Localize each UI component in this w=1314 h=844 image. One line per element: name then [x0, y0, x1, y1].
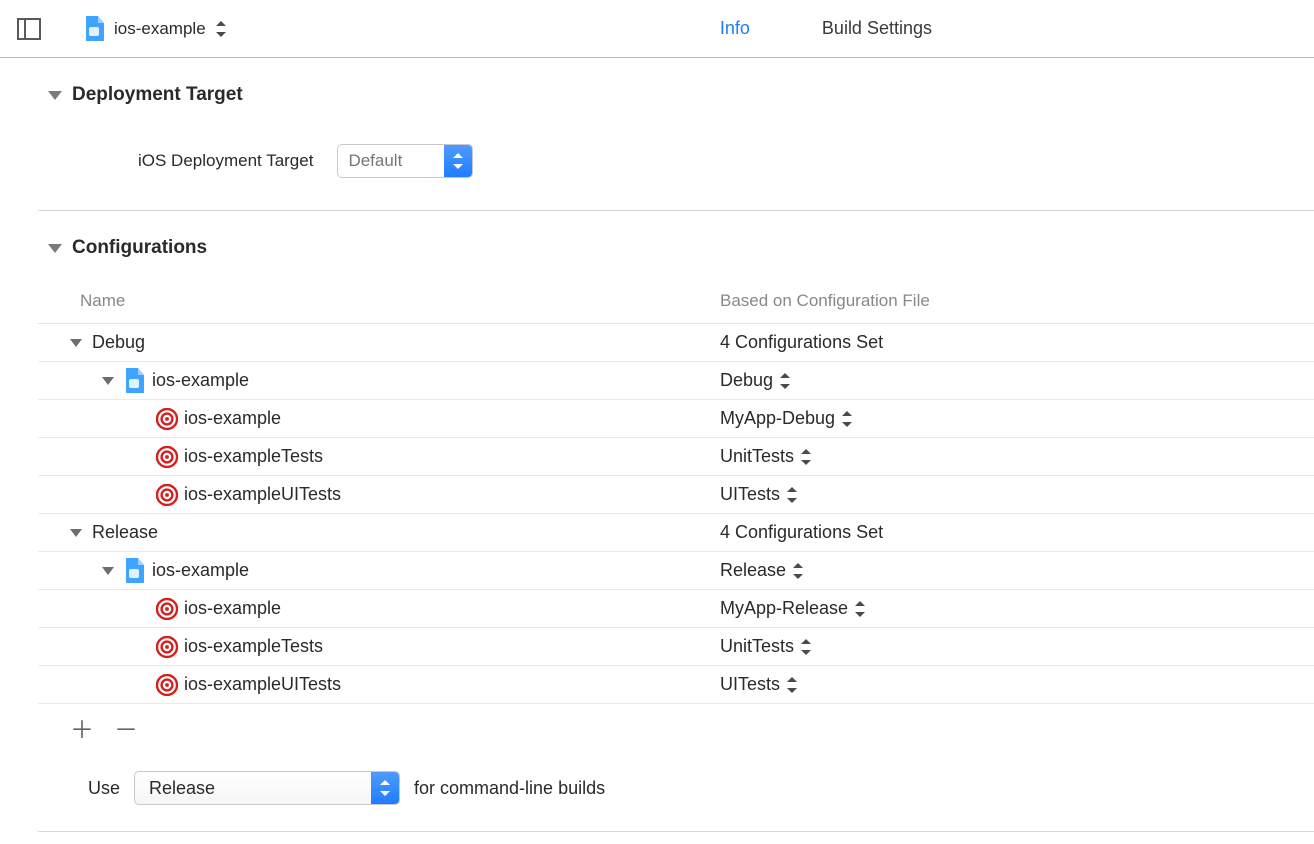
config-file[interactable]: UITests — [720, 484, 780, 505]
config-summary: 4 Configurations Set — [720, 522, 883, 543]
project-icon — [124, 558, 146, 584]
ios-deployment-target-input[interactable] — [338, 145, 444, 177]
stepper-icon — [214, 21, 228, 37]
config-row-release[interactable]: Release 4 Configurations Set — [38, 514, 1314, 552]
config-project-row[interactable]: ios-example Debug — [38, 362, 1314, 400]
target-name: ios-exampleUITests — [184, 484, 341, 505]
target-name: ios-example — [184, 408, 281, 429]
section-title-deployment: Deployment Target — [72, 84, 243, 106]
config-file[interactable]: MyApp-Release — [720, 598, 848, 619]
editor-tabs: Info Build Settings — [714, 14, 938, 43]
section-title-configurations: Configurations — [72, 237, 207, 259]
config-file[interactable]: Release — [720, 560, 786, 581]
stepper-icon — [800, 639, 812, 655]
combo-dropdown-button[interactable] — [444, 145, 472, 177]
select-dropdown-button[interactable] — [371, 772, 399, 804]
chevron-updown-icon — [379, 780, 391, 796]
config-target-row[interactable]: ios-exampleUITests UITests — [38, 476, 1314, 514]
configurations-section: Configurations Name Based on Configurati… — [38, 211, 1314, 832]
config-project-row[interactable]: ios-example Release — [38, 552, 1314, 590]
disclosure-triangle-icon[interactable] — [70, 529, 82, 537]
disclosure-triangle-icon[interactable] — [102, 377, 114, 385]
target-name: ios-example — [184, 598, 281, 619]
config-file[interactable]: UnitTests — [720, 636, 794, 657]
chevron-updown-icon — [452, 153, 464, 169]
disclosure-triangle-icon[interactable] — [48, 244, 62, 253]
stepper-icon — [792, 563, 804, 579]
config-summary: 4 Configurations Set — [720, 332, 883, 353]
config-target-row[interactable]: ios-exampleTests UnitTests — [38, 438, 1314, 476]
project-config-name: ios-example — [152, 370, 249, 391]
config-target-row[interactable]: ios-example MyApp-Release — [38, 590, 1314, 628]
stepper-icon — [800, 449, 812, 465]
config-target-row[interactable]: ios-example MyApp-Debug — [38, 400, 1314, 438]
project-config-name: ios-example — [152, 560, 249, 581]
project-icon — [84, 16, 106, 42]
config-target-row[interactable]: ios-exampleTests UnitTests — [38, 628, 1314, 666]
config-file[interactable]: UITests — [720, 674, 780, 695]
target-name: ios-exampleUITests — [184, 674, 341, 695]
target-name: ios-exampleTests — [184, 636, 323, 657]
config-footer-actions: ＋ － — [38, 704, 1314, 751]
column-header-file: Based on Configuration File — [720, 291, 1314, 311]
tab-build-settings[interactable]: Build Settings — [816, 14, 938, 43]
config-file[interactable]: MyApp-Debug — [720, 408, 835, 429]
config-name: Debug — [92, 332, 145, 353]
select-value: Release — [135, 778, 371, 799]
disclosure-triangle-icon[interactable] — [48, 91, 62, 100]
target-icon — [156, 598, 178, 620]
use-suffix: for command-line builds — [414, 778, 605, 799]
configurations-table: Name Based on Configuration File Debug 4… — [38, 279, 1314, 704]
use-for-cli-row: Use Release for command-line builds — [38, 751, 1314, 831]
target-icon — [156, 636, 178, 658]
panel-toggle-icon[interactable] — [16, 16, 42, 42]
target-icon — [156, 446, 178, 468]
config-file[interactable]: UnitTests — [720, 446, 794, 467]
config-name: Release — [92, 522, 158, 543]
project-icon — [124, 368, 146, 394]
config-target-row[interactable]: ios-exampleUITests UITests — [38, 666, 1314, 704]
tab-info[interactable]: Info — [714, 14, 756, 43]
stepper-icon — [841, 411, 853, 427]
target-icon — [156, 484, 178, 506]
target-icon — [156, 674, 178, 696]
editor-top-bar: ios-example Info Build Settings — [0, 0, 1314, 58]
stepper-icon — [854, 601, 866, 617]
cli-build-config-select[interactable]: Release — [134, 771, 400, 805]
disclosure-triangle-icon[interactable] — [70, 339, 82, 347]
stepper-icon — [779, 373, 791, 389]
column-header-name: Name — [80, 291, 720, 311]
disclosure-triangle-icon[interactable] — [102, 567, 114, 575]
config-file[interactable]: Debug — [720, 370, 773, 391]
add-config-button[interactable]: ＋ — [70, 710, 90, 745]
use-label: Use — [88, 778, 120, 799]
remove-config-button[interactable]: － — [114, 710, 134, 745]
deployment-target-section: Deployment Target iOS Deployment Target — [38, 58, 1314, 211]
stepper-icon — [786, 677, 798, 693]
target-icon — [156, 408, 178, 430]
stepper-icon — [786, 487, 798, 503]
ios-deployment-target-label: iOS Deployment Target — [138, 151, 313, 171]
ios-deployment-target-combo[interactable] — [337, 144, 473, 178]
project-name: ios-example — [114, 19, 206, 39]
target-name: ios-exampleTests — [184, 446, 323, 467]
project-selector[interactable]: ios-example — [84, 16, 228, 42]
config-row-debug[interactable]: Debug 4 Configurations Set — [38, 324, 1314, 362]
